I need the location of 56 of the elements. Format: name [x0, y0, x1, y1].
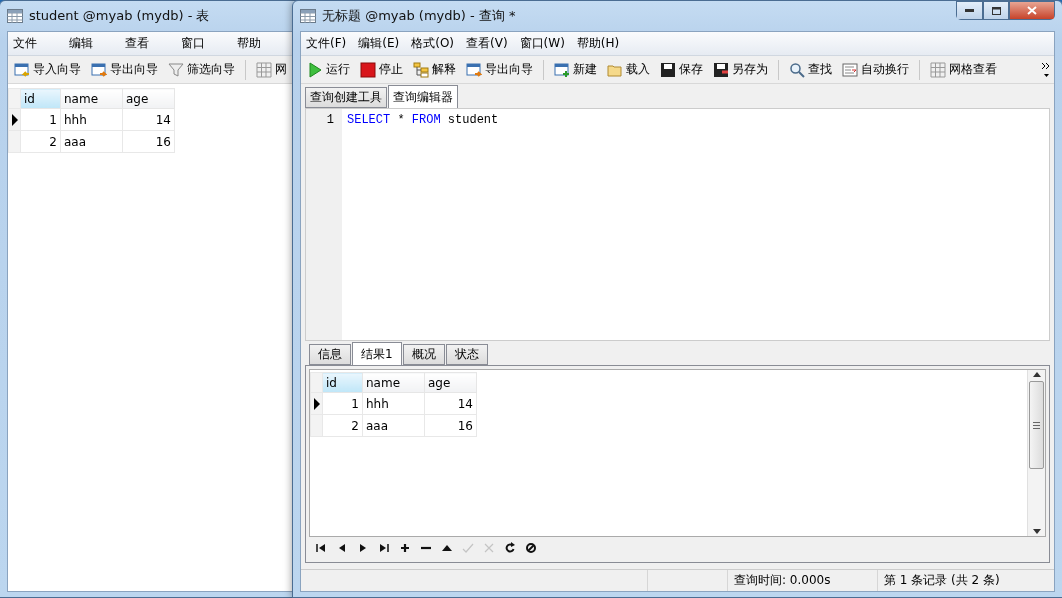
column-header[interactable]: name: [362, 372, 425, 393]
table-cell: aaa: [60, 130, 123, 153]
table-cell: aaa: [362, 414, 425, 437]
table-cell: 2: [322, 414, 363, 437]
column-header[interactable]: age: [122, 88, 175, 109]
editor-tab[interactable]: 查询编辑器: [388, 85, 458, 108]
menu-item[interactable]: 窗口: [180, 35, 206, 52]
result-tab[interactable]: 信息: [309, 344, 351, 365]
column-header[interactable]: id: [20, 88, 61, 109]
menu-item[interactable]: 文件: [12, 35, 38, 52]
toolbar-button[interactable]: 导出向导: [463, 59, 536, 80]
menu-item[interactable]: 文件(F): [305, 35, 348, 52]
table-cell: 16: [122, 130, 175, 153]
toolbar-button[interactable]: 停止: [357, 59, 406, 80]
column-header[interactable]: age: [424, 372, 477, 393]
table-cell: hhh: [362, 392, 425, 415]
column-header[interactable]: id: [322, 372, 363, 393]
toolbar-button[interactable]: 另存为: [710, 59, 771, 80]
table-cell: 16: [424, 414, 477, 437]
menu-item[interactable]: 帮助: [236, 35, 262, 52]
toolbar-button[interactable]: 载入: [604, 59, 653, 80]
toolbar-button[interactable]: 自动换行: [839, 59, 912, 80]
toolbar-button[interactable]: 新建: [551, 59, 600, 80]
table-cell: 14: [424, 392, 477, 415]
toolbar-button[interactable]: 保存: [657, 59, 706, 80]
table-cell: 1: [322, 392, 363, 415]
result-tab[interactable]: 概况: [402, 344, 445, 365]
toolbar-button[interactable]: 查找: [786, 59, 835, 80]
status-text: 查询时间: 0.000s: [727, 570, 877, 591]
menu-item[interactable]: 格式(O): [410, 35, 456, 52]
menu-item[interactable]: 编辑(E): [357, 35, 401, 52]
result-tab[interactable]: 状态: [445, 344, 488, 365]
toolbar-button[interactable]: 筛选向导: [165, 59, 238, 80]
toolbar-button[interactable]: 导出向导: [88, 59, 161, 80]
table-cell: hhh: [60, 108, 123, 131]
menu-item[interactable]: 窗口(W): [518, 35, 566, 52]
window-title: 无标题 @myab (mydb) - 查询 *: [322, 7, 516, 25]
column-header[interactable]: name: [60, 88, 123, 109]
status-text: 第 1 条记录 (共 2 条): [877, 570, 1054, 591]
menu-item[interactable]: 编辑: [68, 35, 94, 52]
menu-item[interactable]: 帮助(H): [575, 35, 621, 52]
editor-tab[interactable]: 查询创建工具: [305, 87, 387, 108]
table-cell: 1: [20, 108, 61, 131]
toolbar-button[interactable]: 网: [253, 59, 290, 80]
table-cell: 2: [20, 130, 61, 153]
line-number: 1: [325, 113, 334, 129]
toolbar-button[interactable]: 网格查看: [927, 59, 1000, 80]
code-line: SELECT * FROM student: [347, 113, 500, 129]
result-tab[interactable]: 结果1: [352, 342, 402, 365]
table-cell: 14: [122, 108, 175, 131]
toolbar-button[interactable]: 导入向导: [11, 59, 84, 80]
toolbar-button[interactable]: 运行: [304, 59, 353, 80]
menu-item[interactable]: 查看(V): [465, 35, 509, 52]
toolbar-button[interactable]: 解释: [410, 59, 459, 80]
window-title: student @myab (mydb) - 表: [29, 7, 210, 25]
menu-item[interactable]: 查看: [124, 35, 150, 52]
